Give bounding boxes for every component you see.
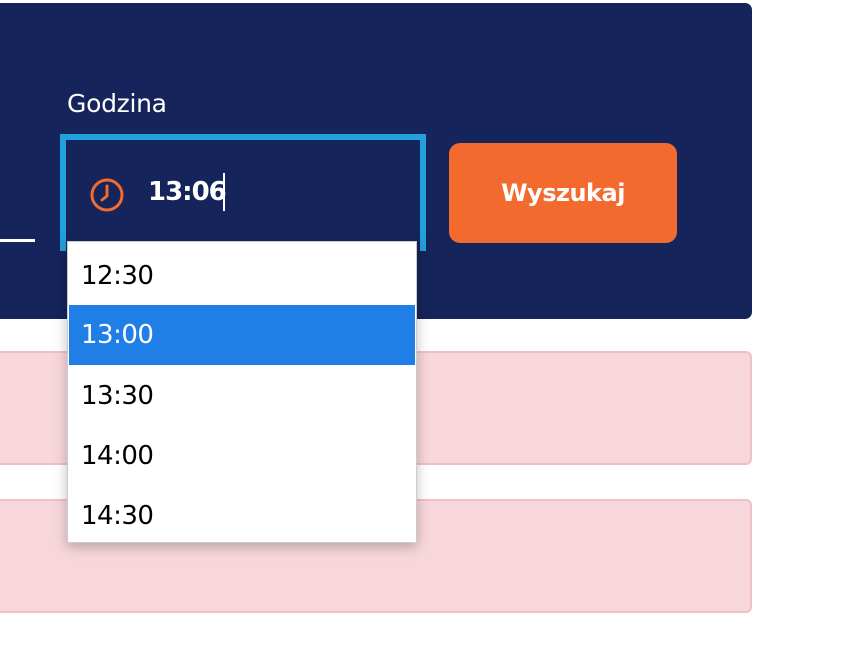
time-input-value[interactable]: 13:06 (148, 175, 227, 209)
dropdown-option[interactable]: 12:30 (69, 246, 415, 306)
time-dropdown[interactable]: 12:30 13:00 13:30 14:00 14:30 (67, 241, 417, 543)
time-field-label: Godzina (67, 89, 167, 118)
page: Godzina 13:06 Wyszukaj 12:30 13:00 13:30… (0, 0, 846, 648)
previous-field-underline (0, 239, 35, 242)
dropdown-option[interactable]: 13:30 (69, 366, 415, 426)
clock-icon (90, 178, 124, 212)
text-caret (223, 173, 225, 211)
dropdown-option[interactable]: 14:00 (69, 426, 415, 486)
dropdown-option[interactable]: 14:30 (69, 486, 415, 542)
dropdown-option-highlighted[interactable]: 13:00 (69, 305, 415, 365)
search-button[interactable]: Wyszukaj (449, 143, 677, 243)
